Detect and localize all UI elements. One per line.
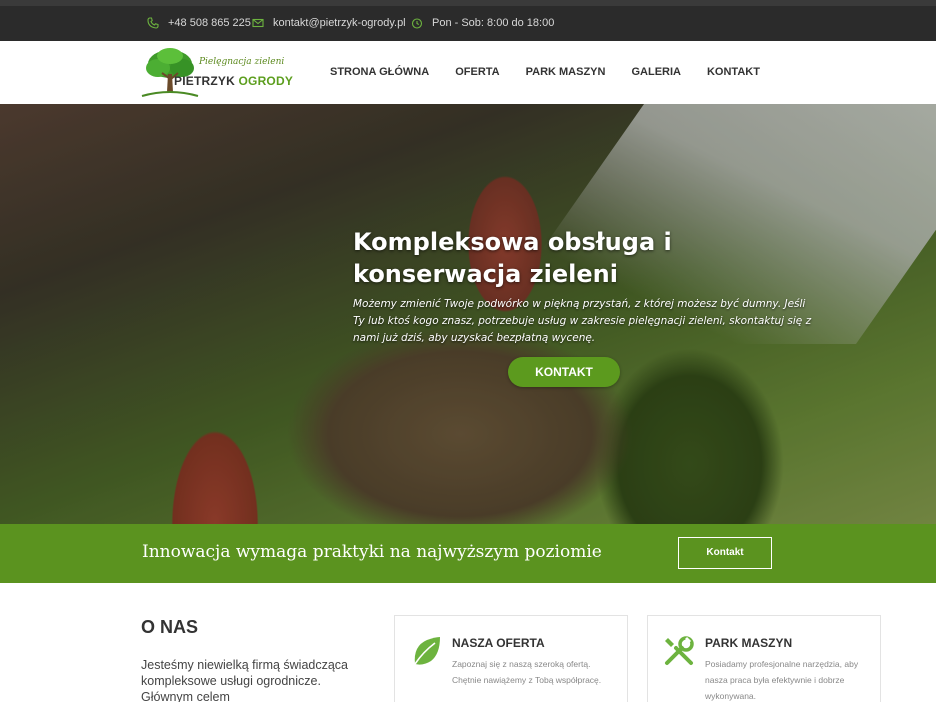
about-title: O NAS bbox=[141, 617, 199, 637]
card-machines[interactable]: PARK MASZYN Posiadamy profesjonalne narz… bbox=[647, 615, 881, 702]
hero-contact-button[interactable]: KONTAKT bbox=[508, 357, 620, 387]
nav-item-home[interactable]: STRONA GŁÓWNA bbox=[330, 41, 429, 104]
site-header: Pielęgnacja zieleni PIETRZYK OGRODY STRO… bbox=[0, 41, 936, 104]
leaf-icon bbox=[414, 637, 440, 665]
hours-text: Pon - Sob: 8:00 do 18:00 bbox=[432, 17, 555, 29]
logo-brand-first: PIETRZYK bbox=[174, 74, 235, 88]
tree-logo-icon bbox=[141, 48, 199, 97]
cta-band-contact-button[interactable]: Kontakt bbox=[678, 537, 772, 569]
email-text: kontakt@pietrzyk-ogrody.pl bbox=[273, 17, 406, 29]
nav-item-offer[interactable]: OFERTA bbox=[455, 41, 499, 104]
nav-item-gallery[interactable]: GALERIA bbox=[631, 41, 681, 104]
logo-brand: PIETRZYK OGRODY bbox=[174, 74, 293, 88]
hero-banner: Kompleksowa obsługa i konserwacja zielen… bbox=[0, 104, 936, 524]
envelope-icon bbox=[252, 18, 264, 28]
top-bar: +48 508 865 225 kontakt@pietrzyk-ogrody.… bbox=[0, 0, 936, 41]
logo-tagline: Pielęgnacja zieleni bbox=[199, 57, 285, 67]
logo[interactable]: Pielęgnacja zieleni PIETRZYK OGRODY bbox=[140, 46, 293, 100]
about-section: O NAS Jesteśmy niewielką firmą świadcząc… bbox=[0, 583, 936, 702]
card-machines-text: Posiadamy profesjonalne narzędzia, aby n… bbox=[705, 659, 859, 701]
nav-item-contact[interactable]: KONTAKT bbox=[707, 41, 760, 104]
nav-item-machines[interactable]: PARK MASZYN bbox=[526, 41, 606, 104]
phone-icon bbox=[147, 17, 159, 29]
logo-brand-second: OGRODY bbox=[238, 74, 294, 88]
card-offer-title: NASZA OFERTA bbox=[452, 636, 545, 650]
clock-icon bbox=[411, 18, 423, 29]
card-offer-text: Zapoznaj się z naszą szeroką ofertą. Chę… bbox=[452, 659, 602, 685]
about-text: Jesteśmy niewielką firmą świadcząca komp… bbox=[141, 658, 349, 702]
topbar-email[interactable]: kontakt@pietrzyk-ogrody.pl bbox=[252, 17, 406, 29]
hero-title: Kompleksowa obsługa i konserwacja zielen… bbox=[353, 228, 672, 288]
hero-content: Kompleksowa obsługa i konserwacja zielen… bbox=[353, 226, 813, 347]
hero-text: Możemy zmienić Twoje podwórko w piękną p… bbox=[353, 298, 812, 344]
cta-band: Innowacja wymaga praktyki na najwyższym … bbox=[0, 524, 936, 583]
main-nav: STRONA GŁÓWNA OFERTA PARK MASZYN GALERIA… bbox=[330, 41, 786, 104]
topbar-phone[interactable]: +48 508 865 225 bbox=[147, 17, 251, 29]
cta-band-text: Innowacja wymaga praktyki na najwyższym … bbox=[142, 542, 602, 562]
topbar-hours: Pon - Sob: 8:00 do 18:00 bbox=[411, 17, 554, 29]
card-offer[interactable]: NASZA OFERTA Zapoznaj się z naszą szerok… bbox=[394, 615, 628, 702]
card-machines-title: PARK MASZYN bbox=[705, 636, 793, 650]
tools-icon bbox=[665, 636, 694, 665]
phone-text: +48 508 865 225 bbox=[168, 17, 251, 29]
